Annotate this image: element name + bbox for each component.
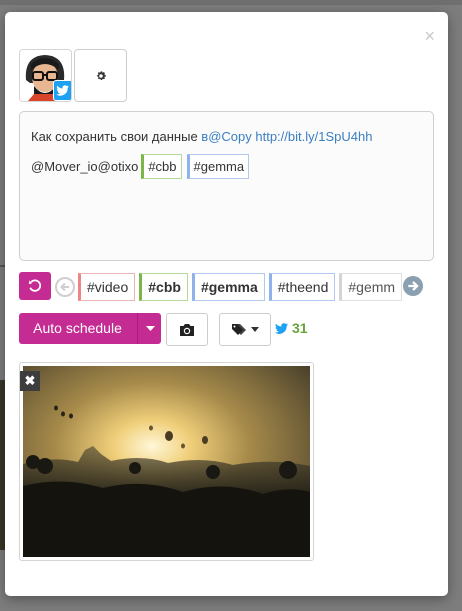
mentions-text: @Mover_io@otixo [31, 159, 139, 174]
auto-schedule-label: Auto schedule [33, 320, 122, 336]
hashtag-bar: #video #cbb #gemma #theend #gemm [78, 273, 402, 301]
tag-video[interactable]: #video [78, 273, 136, 301]
close-icon[interactable]: × [424, 27, 435, 45]
scroll-right-icon[interactable] [403, 276, 423, 296]
undo-icon [28, 279, 42, 292]
schedule-dropdown-caret[interactable] [137, 313, 162, 344]
twitter-badge-icon [53, 80, 71, 101]
backdrop-top [0, 0, 462, 5]
inline-tag-gemma[interactable]: #gemma [186, 154, 250, 179]
caret-down-icon [145, 325, 155, 331]
caret-down-icon [251, 327, 259, 332]
compose-modal: × Как сохранить свои данные в@Copy http:… [5, 12, 448, 596]
url-link[interactable]: http://bit.ly/1SpU4hh [255, 129, 372, 144]
mention-link[interactable]: в@Copy [201, 129, 251, 144]
tag-cbb[interactable]: #cbb [139, 273, 188, 301]
tags-icon [232, 323, 246, 335]
camera-icon [180, 323, 194, 336]
auto-schedule-button[interactable]: Auto schedule [19, 313, 161, 344]
gear-icon [96, 70, 106, 80]
post-editor[interactable]: Как сохранить свои данные в@Copy http://… [19, 111, 434, 261]
twitter-char-count: 31 [275, 320, 308, 336]
remove-image-icon[interactable]: ✖ [20, 371, 40, 391]
tag-theend[interactable]: #theend [268, 273, 336, 301]
post-text-line-1: Как сохранить свои данные в@Copy http://… [31, 129, 372, 144]
char-count-value: 31 [292, 320, 308, 336]
attached-image: ✖ [19, 362, 314, 561]
inline-tag-cbb[interactable]: #cbb [141, 154, 182, 179]
twitter-bird-icon [275, 322, 288, 334]
post-text-line-2: @Mover_io@otixo #cbb #gemma [31, 154, 250, 179]
add-photo-button[interactable] [166, 313, 208, 346]
tag-gemm-partial[interactable]: #gemm [339, 273, 402, 301]
settings-button[interactable] [74, 49, 127, 102]
profile-avatar[interactable] [19, 49, 72, 102]
post-text: Как сохранить свои данные [31, 129, 202, 144]
tags-dropdown-button[interactable] [219, 313, 271, 346]
photo-thumbnail [23, 366, 310, 557]
scroll-left-icon[interactable] [55, 277, 75, 297]
undo-button[interactable] [19, 272, 51, 300]
tag-gemma[interactable]: #gemma [191, 273, 265, 301]
